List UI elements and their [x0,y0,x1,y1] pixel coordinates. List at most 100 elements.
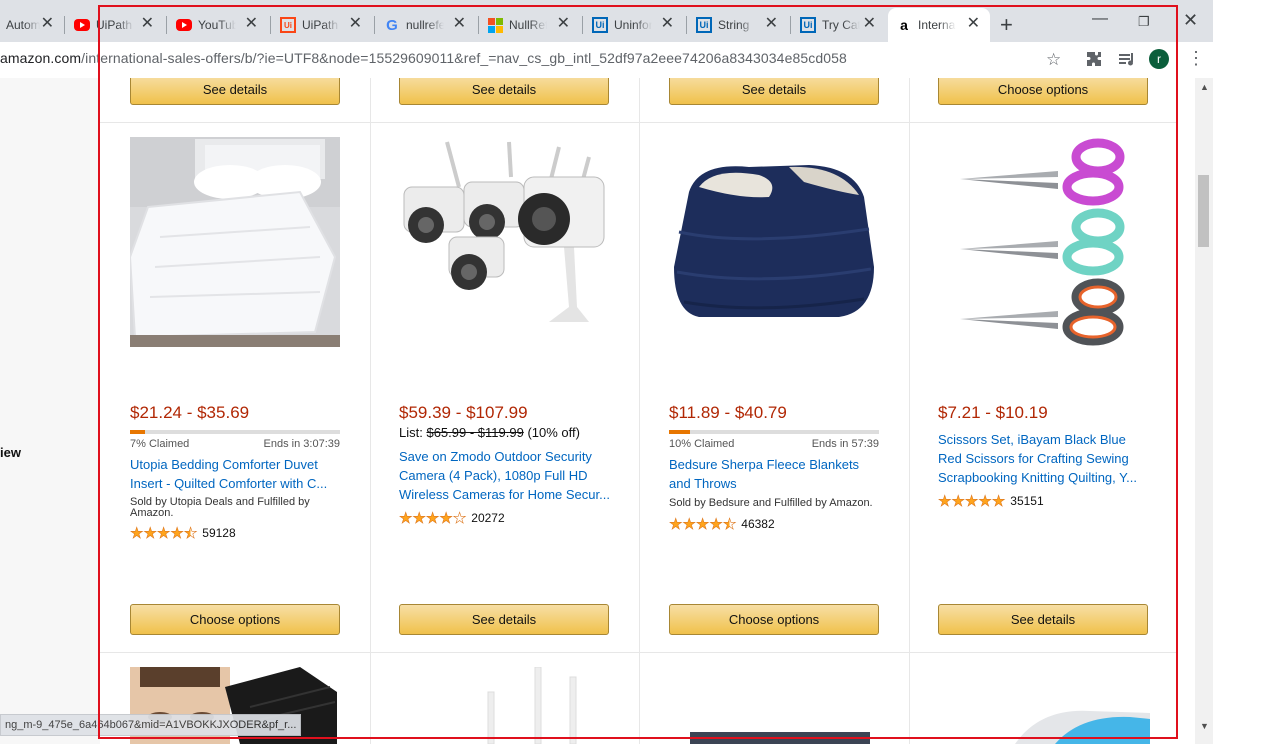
address-bar[interactable]: amazon.com/international-sales-offers/b/… [0,42,1213,78]
uipath-docs-icon: Ui [800,17,816,33]
discount-text: (10% off) [527,425,580,440]
see-details-button[interactable]: See details [669,78,879,105]
product-title-link[interactable]: Bedsure Sherpa Fleece Blankets and Throw… [669,455,881,493]
star-icon: ★ [130,525,144,543]
tab-close-icon[interactable]: ✕ [453,16,466,32]
product-image-security-cameras[interactable] [399,137,609,337]
tab-title: UiPath [302,18,339,32]
product-image-comforter[interactable] [130,137,340,347]
window-close-icon[interactable]: ✕ [1183,10,1198,31]
review-count[interactable]: 35151 [1010,494,1043,508]
star-icon: ★ [425,510,440,528]
star-icon: ★ [695,516,710,534]
product-image-tablet[interactable] [690,728,870,744]
see-details-button[interactable]: See details [938,604,1148,635]
tab-title: Try Cat [822,18,860,32]
star-icon: ★ [978,493,992,511]
claimed-progress-bar [669,430,879,434]
star-rating[interactable]: ★ ★ ★ ★ ★ 59128 [130,525,236,543]
review-count[interactable]: 46382 [741,517,774,531]
choose-options-button[interactable]: Choose options [130,604,340,635]
star-icon: ★ [938,493,952,511]
tab-close-icon[interactable]: ✕ [41,16,54,32]
tab-uipath[interactable]: Ui UiPath ✕ [272,8,372,42]
tab-uipath-youtube[interactable]: UiPath ✕ [66,8,164,42]
microsoft-icon [488,17,503,33]
star-rating[interactable]: ★ ★ ★ ★ ★ 46382 [669,516,775,534]
list-price-row: List: $65.99 - $119.99 (10% off) [399,425,580,440]
new-tab-button[interactable]: + [1000,12,1013,38]
scroll-down-arrow-icon[interactable]: ▼ [1200,721,1209,731]
star-icon: ★ [951,493,965,511]
choose-options-button[interactable]: Choose options [938,78,1148,105]
bookmark-star-icon[interactable]: ☆ [1046,50,1061,70]
left-panel-text[interactable]: iew [0,445,21,460]
media-playlist-icon[interactable] [1118,51,1136,72]
star-icon: ★ [682,516,696,534]
tab-close-icon[interactable]: ✕ [661,16,674,32]
scrollbar-thumb[interactable] [1198,175,1209,247]
product-image-gel-cushion[interactable] [1010,703,1150,744]
tab-close-icon[interactable]: ✕ [863,16,876,32]
review-count[interactable]: 20272 [471,511,504,525]
see-details-button[interactable]: See details [130,78,340,105]
claimed-text: 10% Claimed [669,438,735,450]
url-field[interactable]: amazon.com/international-sales-offers/b/… [0,50,847,66]
uipath-icon: Ui [280,17,296,33]
star-icon: ★ [991,493,1006,511]
choose-options-button[interactable]: Choose options [669,604,879,635]
star-icon: ★ [669,516,683,534]
list-price: $65.99 - $119.99 [426,425,524,440]
tab-youtube[interactable]: YouTube ✕ [168,8,268,42]
tab-close-icon[interactable]: ✕ [141,16,154,32]
review-count[interactable]: 59128 [202,526,235,540]
see-details-button[interactable]: See details [399,604,609,635]
tab-uninfor[interactable]: Ui Uninfor ✕ [584,8,684,42]
uipath-docs-icon: Ui [696,17,712,33]
tab-close-icon[interactable]: ✕ [765,16,778,32]
url-path: /international-sales-offers/b/?ie=UTF8&n… [81,50,847,66]
claimed-progress-fill [130,430,145,434]
tab-google-search[interactable]: G nullrefe ✕ [376,8,476,42]
tab-try-catch[interactable]: Ui Try Cat ✕ [792,8,886,42]
product-title-link[interactable]: Save on Zmodo Outdoor Security Camera (4… [399,447,611,504]
scroll-up-arrow-icon[interactable]: ▲ [1200,82,1209,92]
youtube-icon [74,19,90,31]
deal-timer: Ends in 57:39 [811,438,879,450]
profile-avatar[interactable]: r [1149,49,1169,69]
restore-icon[interactable]: ❐ [1138,14,1150,30]
product-price: $21.24 - $35.69 [130,403,250,422]
tab-close-icon[interactable]: ✕ [349,16,362,32]
product-image-scissors[interactable] [938,137,1148,347]
product-image-sherpa-blanket[interactable] [669,137,879,337]
browser-menu-icon[interactable]: ⋮ [1187,48,1205,69]
star-rating[interactable]: ★ ★ ★ ★ ★ 35151 [938,493,1044,511]
tab-close-icon[interactable]: ✕ [245,16,258,32]
tab-title: nullrefe [406,18,444,32]
extensions-icon[interactable] [1086,51,1102,72]
tab-microsoft-docs[interactable]: NullRef ✕ [480,8,580,42]
tab-automa[interactable]: Automa ✕ [0,8,60,42]
product-price: $7.21 - $10.19 [938,403,1048,422]
star-rating[interactable]: ★ ★ ★ ★ ★ 20272 [399,510,505,528]
tab-string[interactable]: Ui String ✕ [688,8,788,42]
tab-strip: Automa ✕ UiPath ✕ YouTube ✕ Ui UiPath ✕ … [0,0,1213,48]
tab-close-icon[interactable]: ✕ [557,16,570,32]
vertical-scrollbar[interactable]: ▲ ▼ [1195,78,1213,744]
tab-amazon-active[interactable]: a Interna ✕ [888,8,990,42]
half-star-icon: ★ [722,516,737,534]
star-icon: ★ [170,525,184,543]
star-icon: ★ [156,525,171,543]
left-filter-panel: iew [0,78,100,744]
minimize-icon[interactable]: — [1092,10,1108,28]
tab-title: Uninfor [614,18,652,32]
browser-window: Automa ✕ UiPath ✕ YouTube ✕ Ui UiPath ✕ … [0,0,1278,744]
see-details-button[interactable]: See details [399,78,609,105]
tab-close-icon[interactable]: ✕ [967,16,980,32]
product-title-link[interactable]: Utopia Bedding Comforter Duvet Insert - … [130,455,342,493]
product-title-link[interactable]: Scissors Set, iBayam Black Blue Red Scis… [938,430,1150,487]
tab-title: String [718,18,750,32]
product-image-router[interactable] [460,667,600,744]
claimed-progress-bar [130,430,340,434]
youtube-icon [176,19,192,31]
